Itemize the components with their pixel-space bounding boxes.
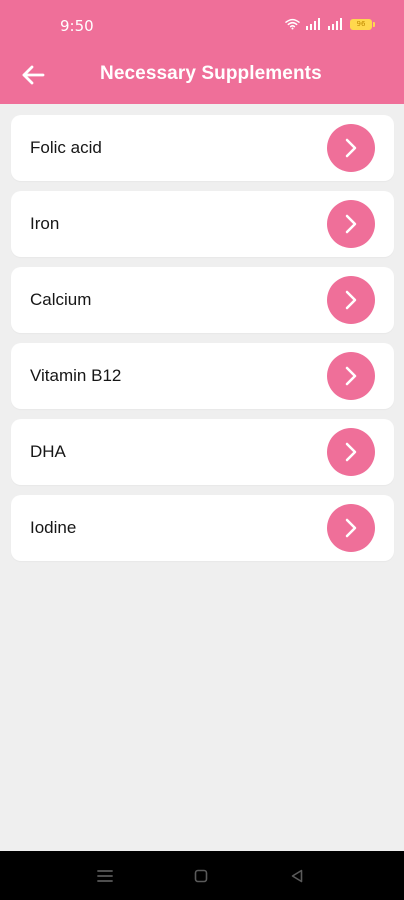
list-item-folic-acid[interactable]: Folic acid [11,115,394,181]
chevron-right-icon [345,442,357,462]
chevron-right-button[interactable] [327,124,375,172]
wifi-icon [285,18,300,30]
list-item-iron[interactable]: Iron [11,191,394,257]
chevron-right-icon [345,214,357,234]
status-time: 9:50 [60,17,94,35]
header: 9:50 96 Necessary Supplements [0,0,404,104]
system-back-button[interactable] [288,867,306,885]
supplement-list: Folic acid Iron Calcium Vitamin B12 DHA … [11,115,394,571]
status-bar: 9:50 96 [0,0,404,52]
item-label: DHA [30,442,66,461]
app-bar: Necessary Supplements [0,52,404,104]
chevron-right-button[interactable] [327,428,375,476]
item-label: Vitamin B12 [30,366,122,385]
list-item-iodine[interactable]: Iodine [11,495,394,561]
status-icons: 96 [285,18,375,30]
chevron-right-button[interactable] [327,352,375,400]
back-triangle-icon [291,869,303,883]
home-button[interactable] [192,867,210,885]
menu-icon [97,870,113,882]
arrow-left-icon [22,65,45,85]
chevron-right-button[interactable] [327,504,375,552]
chevron-right-button[interactable] [327,276,375,324]
battery-icon: 96 [350,18,375,30]
chevron-right-icon [345,290,357,310]
item-label: Iron [30,214,60,233]
signal-icon-2 [328,18,342,30]
list-item-dha[interactable]: DHA [11,419,394,485]
page-title: Necessary Supplements [100,63,322,84]
item-label: Calcium [30,290,92,309]
item-label: Folic acid [30,138,102,157]
chevron-right-icon [345,518,357,538]
list-item-vitamin-b12[interactable]: Vitamin B12 [11,343,394,409]
item-label: Iodine [30,518,77,537]
signal-icon-1 [306,18,320,30]
chevron-right-icon [345,366,357,386]
list-item-calcium[interactable]: Calcium [11,267,394,333]
recent-apps-button[interactable] [96,867,114,885]
chevron-right-icon [345,138,357,158]
chevron-right-button[interactable] [327,200,375,248]
system-nav-bar [0,851,404,900]
home-icon [194,869,208,883]
back-button[interactable] [18,60,48,90]
